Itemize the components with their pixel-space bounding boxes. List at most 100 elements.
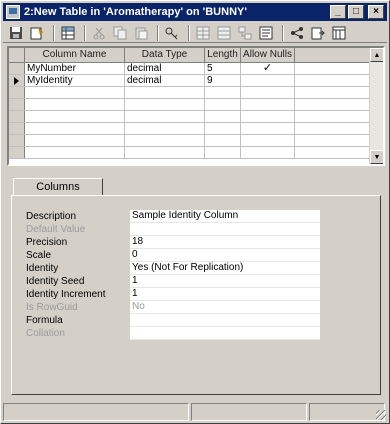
row-selector[interactable] (9, 87, 25, 98)
row-selector[interactable] (9, 63, 25, 74)
property-label: Identity Seed (26, 276, 85, 287)
property-value[interactable] (130, 314, 320, 327)
title-bar[interactable]: 2:New Table in 'Aromatherapy' on 'BUNNY'… (3, 3, 387, 21)
cell-length[interactable] (205, 147, 241, 158)
cell-column-name[interactable]: MyNumber (25, 63, 125, 74)
table-row[interactable] (9, 111, 383, 123)
close-button[interactable]: × (368, 5, 384, 19)
delete-column-icon[interactable] (215, 25, 233, 41)
cell-length[interactable]: 5 (205, 63, 241, 74)
cell-length[interactable] (205, 123, 241, 134)
property-value (130, 223, 320, 236)
property-value[interactable]: 18 (130, 236, 320, 249)
cell-data-type[interactable] (125, 123, 205, 134)
constraints-icon[interactable] (288, 25, 306, 41)
property-value[interactable]: Yes (Not For Replication) (130, 262, 320, 275)
table-view-icon[interactable] (330, 25, 348, 41)
property-value[interactable]: Sample Identity Column (130, 210, 320, 223)
generate-script-icon[interactable] (309, 25, 327, 41)
cell-length[interactable] (205, 87, 241, 98)
property-label: Scale (26, 250, 52, 261)
cell-column-name[interactable]: MyIdentity (25, 75, 125, 86)
cell-data-type[interactable]: decimal (125, 75, 205, 86)
row-selector[interactable] (9, 147, 25, 158)
cell-data-type[interactable]: decimal (125, 63, 205, 74)
table-row[interactable] (9, 87, 383, 99)
header-allow-nulls[interactable]: Allow Nulls (241, 48, 295, 62)
property-row[interactable]: Identity Yes (Not For Replication) (26, 262, 322, 275)
indexes-icon[interactable] (257, 25, 275, 41)
cell-allow-nulls[interactable]: ✓ (241, 63, 295, 74)
property-row[interactable]: Identity Seed 1 (26, 275, 322, 288)
property-row[interactable]: Scale 0 (26, 249, 322, 262)
property-label: Identity (26, 263, 59, 274)
insert-column-icon[interactable] (194, 25, 212, 41)
paste-icon[interactable] (132, 25, 150, 41)
copy-icon[interactable] (111, 25, 129, 41)
cell-data-type[interactable] (125, 147, 205, 158)
row-selector[interactable] (9, 75, 25, 86)
cell-length[interactable]: 9 (205, 75, 241, 86)
cell-allow-nulls[interactable] (241, 87, 295, 98)
property-value[interactable]: 0 (130, 249, 320, 262)
table-row[interactable] (9, 147, 383, 159)
cell-length[interactable] (205, 135, 241, 146)
property-row[interactable]: Formula (26, 314, 322, 327)
column-grid[interactable]: Column Name Data Type Length Allow Nulls… (7, 46, 385, 166)
relationships-icon[interactable] (236, 25, 254, 41)
cell-allow-nulls[interactable] (241, 147, 295, 158)
tab-columns[interactable]: Columns (13, 178, 103, 196)
table-app-icon (6, 5, 20, 19)
cell-data-type[interactable] (125, 135, 205, 146)
cell-allow-nulls[interactable] (241, 99, 295, 110)
table-row[interactable] (9, 135, 383, 147)
table-row[interactable]: MyIdentity decimal 9 (9, 75, 383, 87)
property-row[interactable]: Precision 18 (26, 236, 322, 249)
cell-column-name[interactable] (25, 135, 125, 146)
cell-allow-nulls[interactable] (241, 111, 295, 122)
cell-allow-nulls[interactable] (241, 123, 295, 134)
property-value[interactable]: 1 (130, 288, 320, 301)
cell-data-type[interactable] (125, 87, 205, 98)
row-selector[interactable] (9, 123, 25, 134)
header-data-type[interactable]: Data Type (125, 48, 205, 62)
cell-allow-nulls[interactable] (241, 135, 295, 146)
key-icon[interactable] (163, 25, 181, 41)
toolbar-separator (53, 24, 55, 41)
table-row[interactable] (9, 99, 383, 111)
cell-length[interactable] (205, 99, 241, 110)
cell-allow-nulls[interactable] (241, 75, 295, 86)
property-value[interactable]: 1 (130, 275, 320, 288)
save-icon[interactable] (7, 25, 25, 41)
properties-icon[interactable] (28, 25, 46, 41)
minimize-button[interactable]: _ (330, 5, 346, 19)
table-row[interactable] (9, 123, 383, 135)
row-selector[interactable] (9, 135, 25, 146)
cell-data-type[interactable] (125, 111, 205, 122)
property-label: Identity Increment (26, 289, 106, 300)
header-length[interactable]: Length (205, 48, 241, 62)
cell-column-name[interactable] (25, 99, 125, 110)
column-properties-panel: Description Sample Identity Column Defaul… (11, 195, 381, 395)
cell-column-name[interactable] (25, 123, 125, 134)
cell-column-name[interactable] (25, 111, 125, 122)
row-selector[interactable] (9, 111, 25, 122)
header-column-name[interactable]: Column Name (25, 48, 125, 62)
table-row[interactable]: MyNumber decimal 5 ✓ (9, 63, 383, 75)
cell-data-type[interactable] (125, 99, 205, 110)
grid-vertical-scrollbar[interactable]: ▲ ▼ (369, 48, 383, 164)
cell-length[interactable] (205, 111, 241, 122)
resize-grip-icon[interactable] (376, 410, 386, 420)
property-row[interactable]: Description Sample Identity Column (26, 210, 322, 223)
cut-icon[interactable] (90, 25, 108, 41)
maximize-button[interactable]: □ (348, 5, 364, 19)
property-label: Formula (26, 315, 63, 326)
property-row[interactable]: Identity Increment 1 (26, 288, 322, 301)
scroll-up-arrow-icon[interactable]: ▲ (370, 48, 383, 62)
row-selector[interactable] (9, 99, 25, 110)
table-icon[interactable] (59, 25, 77, 41)
cell-column-name[interactable] (25, 87, 125, 98)
status-pane (191, 403, 307, 421)
scroll-down-arrow-icon[interactable]: ▼ (370, 150, 383, 164)
cell-column-name[interactable] (25, 147, 125, 158)
